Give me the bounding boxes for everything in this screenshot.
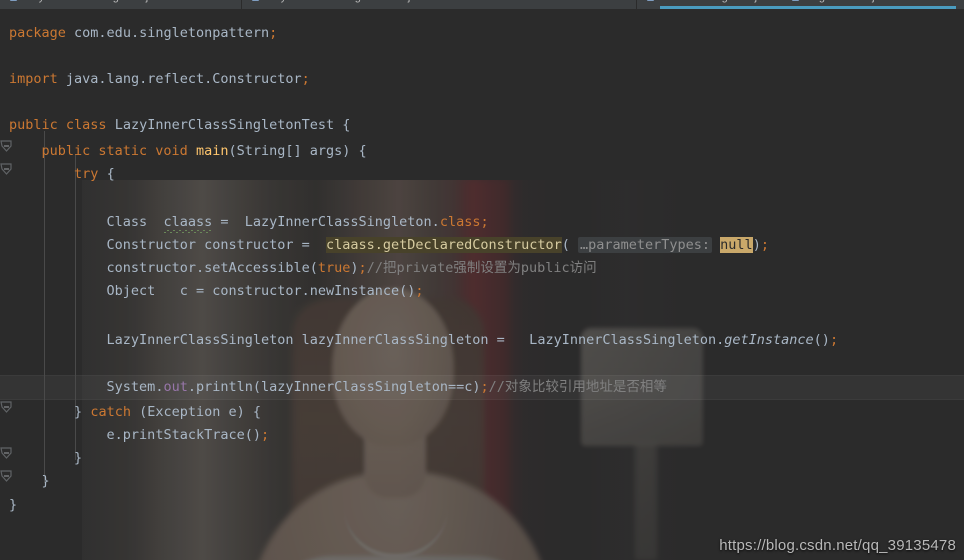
editor-tab-label: SingletonTest.java	[803, 0, 892, 3]
code-line: LazyInnerClassSingleton lazyInnerClassSi…	[106, 332, 839, 348]
editor-tab-1[interactable]: LazyInnerClassSingletonTest.java	[246, 0, 644, 8]
java-file-icon	[252, 0, 259, 1]
code-line: Constructor constructor = claass.getDecl…	[106, 237, 769, 253]
code-line: } catch (Exception e) {	[74, 404, 262, 420]
code-line: Object c = constructor.newInstance();	[106, 283, 424, 299]
code-line: import java.lang.reflect.Constructor;	[9, 71, 310, 87]
code-line: try {	[74, 166, 115, 182]
code-editor[interactable]: package com.edu.singletonpattern; import …	[0, 9, 964, 560]
code-line: }	[74, 450, 83, 466]
java-file-icon	[10, 0, 17, 1]
code-line: public static void main(String[] args) {	[41, 143, 367, 159]
editor-tab-bar[interactable]: LazyInnerClassSingleton.java LazyInnerCl…	[0, 0, 964, 9]
tab-separator	[241, 0, 242, 9]
editor-tab-0[interactable]: LazyInnerClassSingleton.java	[4, 0, 252, 8]
editor-tab-label: LazyInnerClassSingleton.java	[21, 0, 166, 3]
code-line: }	[41, 473, 50, 489]
code-text-area[interactable]: package com.edu.singletonpattern; import …	[0, 9, 964, 560]
editor-tab-label: LazyInnerClassSingletonTest.java	[263, 0, 428, 3]
java-file-icon	[647, 0, 654, 1]
code-line: Class claass = LazyInnerClassSingleton.c…	[106, 214, 489, 230]
code-line: }	[9, 497, 18, 513]
tab-separator	[636, 0, 637, 9]
code-line: package com.edu.singletonpattern;	[9, 25, 278, 41]
code-line: System.out.println(lazyInnerClassSinglet…	[106, 379, 667, 395]
java-file-icon	[792, 0, 799, 1]
ide-window: LazyInnerClassSingleton.java LazyInnerCl…	[0, 0, 964, 560]
code-line: constructor.setAccessible(true);//把priva…	[106, 260, 597, 276]
editor-tab-label: ContainerSingleton.java	[658, 0, 775, 3]
code-line: e.printStackTrace();	[106, 427, 270, 443]
code-line: public class LazyInnerClassSingletonTest…	[9, 117, 351, 133]
watermark-url: https://blog.csdn.net/qq_39135478	[719, 537, 956, 554]
